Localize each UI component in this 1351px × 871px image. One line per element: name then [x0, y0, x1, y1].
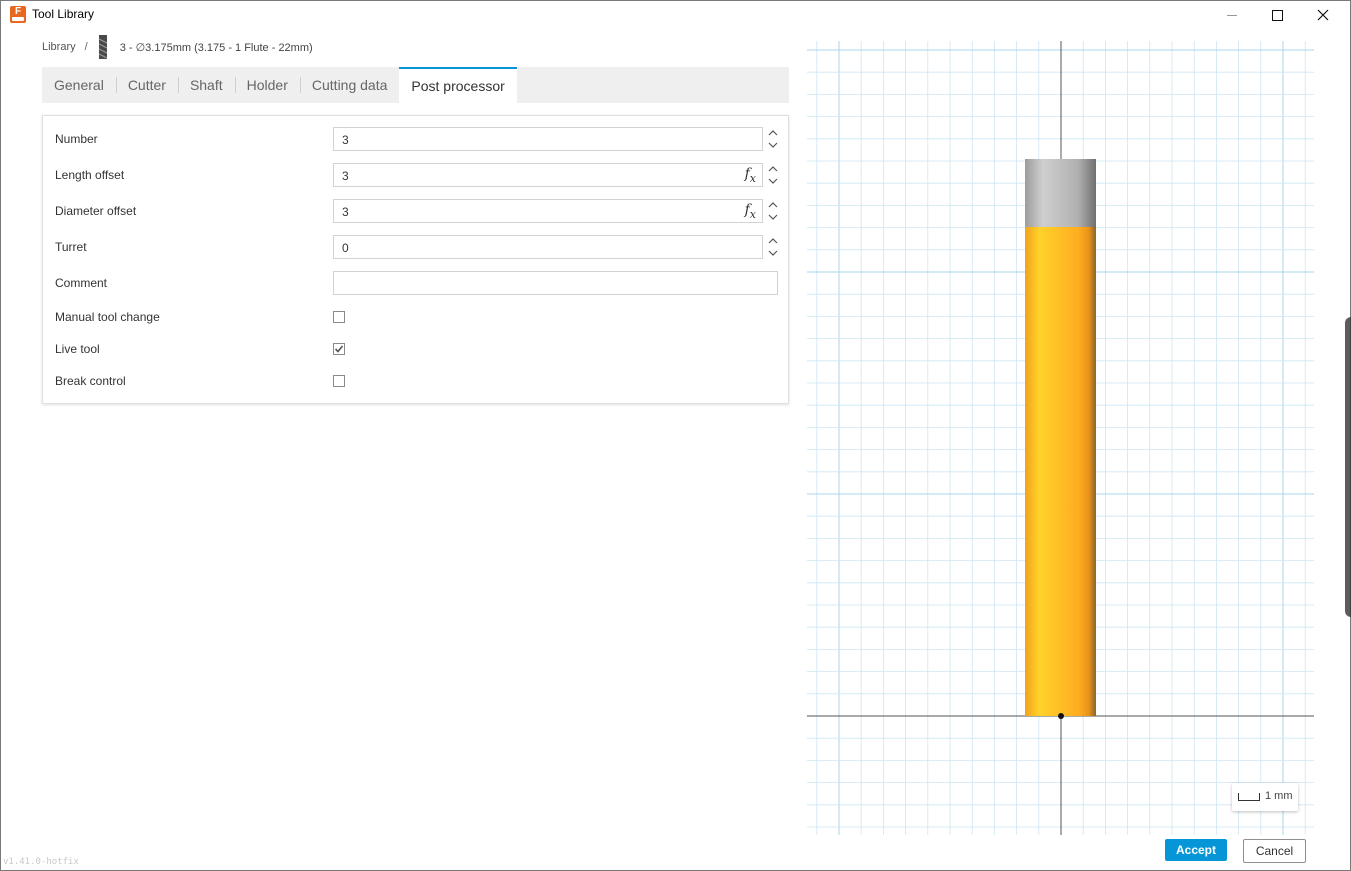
- comment-row: Comment: [43, 270, 788, 296]
- accept-button[interactable]: Accept: [1165, 839, 1227, 861]
- live-tool-row: Live tool: [43, 336, 788, 362]
- tab-general[interactable]: General: [42, 67, 116, 103]
- break-control-label: Break control: [55, 374, 126, 388]
- comment-field[interactable]: [333, 271, 778, 295]
- length-offset-label: Length offset: [55, 168, 125, 182]
- version-label: v1.41.0-hotfix: [3, 857, 79, 867]
- scale-label: 1 mm: [1265, 790, 1293, 802]
- checkmark-icon: [334, 345, 344, 353]
- length-offset-stepper-icon[interactable]: [767, 162, 779, 188]
- length-offset-value: 3: [342, 169, 349, 183]
- function-fx-icon[interactable]: fx: [745, 202, 756, 221]
- tab-holder[interactable]: Holder: [234, 67, 300, 103]
- window-title: Tool Library: [32, 7, 95, 21]
- live-tool-checkbox[interactable]: [333, 343, 345, 355]
- turret-field[interactable]: 0: [333, 235, 763, 259]
- tab-bar: General Cutter Shaft Holder Cutting data…: [42, 67, 789, 103]
- turret-stepper-icon[interactable]: [767, 234, 779, 260]
- break-control-row: Break control: [43, 368, 788, 394]
- tab-post-processor[interactable]: Post processor: [399, 67, 517, 103]
- tab-cutting-data[interactable]: Cutting data: [299, 67, 400, 103]
- breadcrumb-tool-name: 3 - ∅3.175mm (3.175 - 1 Flute - 22mm): [119, 41, 313, 54]
- background-window-edge: [1345, 317, 1351, 617]
- breadcrumb-separator: /: [84, 41, 88, 53]
- cancel-button[interactable]: Cancel: [1243, 839, 1306, 863]
- scale-bracket-icon: [1238, 793, 1260, 801]
- number-field[interactable]: 3: [333, 127, 763, 151]
- close-icon: [1317, 9, 1329, 21]
- breadcrumb-library-link[interactable]: Library: [42, 41, 76, 53]
- turret-row: Turret 0: [43, 234, 788, 260]
- maximize-icon: [1271, 9, 1283, 21]
- tab-shaft[interactable]: Shaft: [177, 67, 235, 103]
- title-bar: F Tool Library: [1, 1, 1350, 29]
- number-row: Number 3: [43, 126, 788, 152]
- manual-tool-change-row: Manual tool change: [43, 304, 788, 330]
- post-processor-form: Number 3 Length offset 3 fx Diameter off…: [42, 115, 789, 404]
- diameter-offset-stepper-icon[interactable]: [767, 198, 779, 224]
- maximize-button[interactable]: [1254, 1, 1300, 29]
- function-fx-icon[interactable]: fx: [745, 166, 756, 185]
- tab-cutter[interactable]: Cutter: [115, 67, 178, 103]
- length-offset-row: Length offset 3 fx: [43, 162, 788, 188]
- app-icon: F: [10, 6, 26, 23]
- live-tool-label: Live tool: [55, 342, 100, 356]
- comment-label: Comment: [55, 276, 108, 290]
- turret-label: Turret: [55, 240, 87, 254]
- endmill-icon: [98, 35, 107, 59]
- number-label: Number: [55, 132, 98, 146]
- diameter-offset-label: Diameter offset: [55, 204, 137, 218]
- length-offset-field[interactable]: 3 fx: [333, 163, 763, 187]
- diameter-offset-field[interactable]: 3 fx: [333, 199, 763, 223]
- breadcrumb: Library / 3 - ∅3.175mm (3.175 - 1 Flute …: [42, 35, 313, 59]
- number-stepper-icon[interactable]: [767, 126, 779, 152]
- tool-shaft-shape: [1025, 159, 1096, 227]
- tool-library-window: F Tool Library Library / 3 - ∅3.175mm (3…: [0, 0, 1351, 871]
- diameter-offset-value: 3: [342, 205, 349, 219]
- tool-preview-canvas: [807, 41, 1314, 835]
- manual-tool-change-checkbox[interactable]: [333, 311, 345, 323]
- scale-indicator: 1 mm: [1232, 783, 1298, 811]
- close-button[interactable]: [1300, 1, 1346, 29]
- minimize-button[interactable]: [1209, 1, 1255, 29]
- break-control-checkbox[interactable]: [333, 375, 345, 387]
- tool-preview-viewport[interactable]: [807, 41, 1314, 835]
- tool-flute-body: [1025, 227, 1096, 716]
- tool-origin-point: [1058, 713, 1064, 719]
- manual-tool-change-label: Manual tool change: [55, 310, 160, 324]
- minimize-icon: [1227, 14, 1237, 16]
- diameter-offset-row: Diameter offset 3 fx: [43, 198, 788, 224]
